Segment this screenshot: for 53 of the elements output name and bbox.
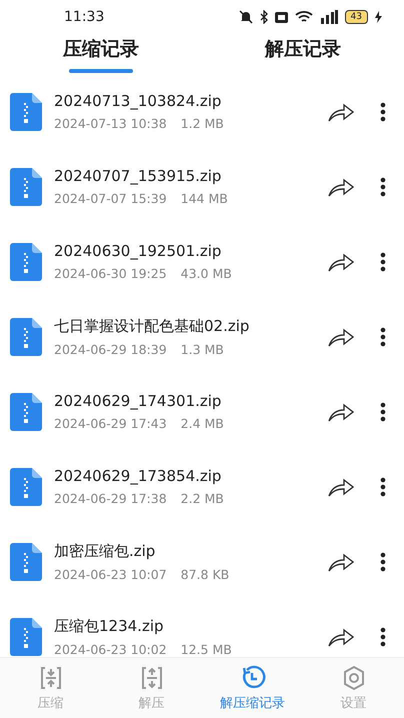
more-icon[interactable] [380, 476, 386, 496]
file-size: 1.2 MB [180, 116, 224, 131]
signal-icon [320, 10, 338, 24]
file-size: 1.3 MB [180, 342, 224, 356]
nav-item[interactable]: 压缩 [0, 658, 101, 718]
more-icon[interactable] [380, 176, 386, 196]
file-size: 12.5 MB [180, 642, 232, 656]
zip-file-icon [10, 242, 42, 280]
file-name: 七日掌握设计配色基础02.zip [54, 316, 250, 336]
file-date: 2024-06-23 10:07 [54, 566, 167, 582]
file-name: 20240629_174301.zip [54, 392, 222, 410]
charging-icon [375, 11, 382, 23]
file-date: 2024-06-23 10:02 [54, 642, 167, 656]
file-date: 2024-06-29 17:38 [54, 491, 167, 506]
more-icon[interactable] [380, 326, 386, 346]
zip-file-icon [10, 168, 42, 206]
nav-item[interactable]: 设置 [303, 658, 404, 718]
file-size: 144 MB [180, 191, 228, 206]
file-date: 2024-06-29 18:39 [54, 342, 167, 356]
file-date: 2024-07-13 10:38 [54, 116, 167, 131]
more-icon[interactable] [380, 102, 386, 122]
zip-file-icon [10, 92, 42, 130]
more-icon[interactable] [380, 626, 386, 646]
tab[interactable]: 解压记录 [202, 34, 404, 74]
file-size: 2.4 MB [180, 416, 224, 431]
tab[interactable]: 压缩记录 [0, 34, 202, 74]
file-date: 2024-06-30 19:25 [54, 266, 167, 281]
file-name: 20240707_153915.zip [54, 167, 222, 185]
zip-file-icon [10, 318, 42, 356]
file-size: 87.8 KB [180, 566, 230, 582]
zip-file-icon [10, 542, 42, 580]
zip-file-icon [10, 392, 42, 430]
file-name: 加密压缩包.zip [54, 542, 156, 560]
file-name: 20240630_192501.zip [54, 242, 222, 260]
status-time: 11:33 [64, 9, 104, 25]
more-icon[interactable] [380, 252, 386, 272]
mute-bell-icon [238, 10, 253, 24]
file-date: 2024-06-29 17:43 [54, 416, 167, 431]
battery-icon: 43 [344, 10, 368, 24]
more-icon[interactable] [380, 402, 386, 422]
file-size: 2.2 MB [180, 491, 224, 506]
hd-icon [274, 12, 288, 22]
file-name: 20240713_103824.zip [54, 92, 222, 110]
file-date: 2024-07-07 15:39 [54, 191, 167, 206]
zip-file-icon [10, 468, 42, 506]
bluetooth-icon [260, 10, 268, 24]
nav-item[interactable]: 解压 [101, 658, 202, 718]
nav-item[interactable]: 解压缩记录 [202, 658, 303, 718]
file-name: 20240629_173854.zip [54, 467, 222, 485]
file-name: 压缩包1234.zip [54, 616, 165, 636]
wifi-icon [294, 10, 313, 24]
file-size: 43.0 MB [180, 266, 232, 281]
more-icon[interactable] [380, 552, 386, 572]
